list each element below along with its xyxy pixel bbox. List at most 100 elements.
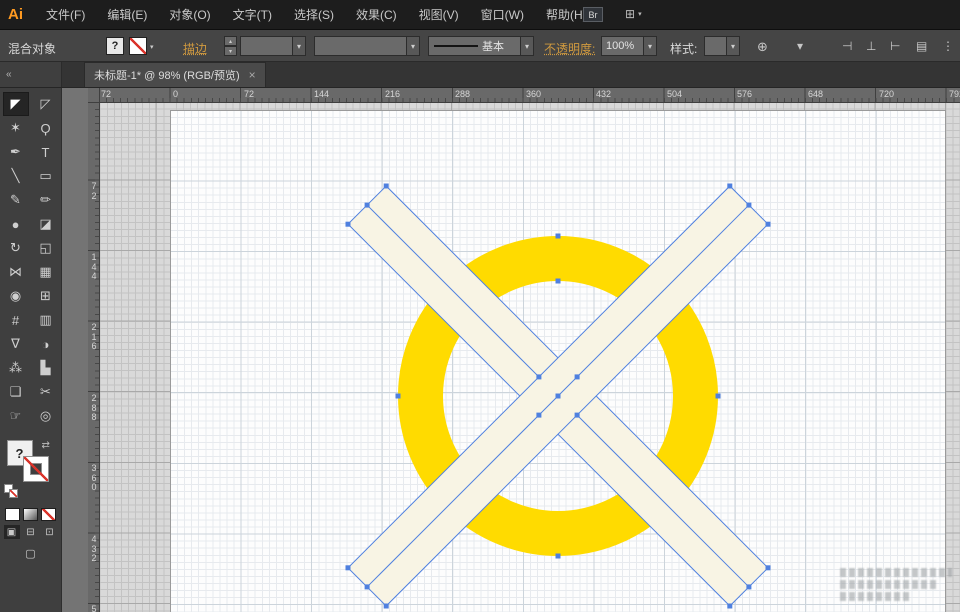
stepper-down-icon[interactable]: ▾ [224,46,237,56]
ruler-number: 216 [90,323,98,352]
color-mode-row [5,508,56,521]
menu-view[interactable]: 视图(V) [408,0,470,30]
ruler-number: 432 [90,535,98,564]
screen-mode-icon[interactable]: ▢ [16,545,46,561]
menu-bar: Ai 文件(F) 编辑(E) 对象(O) 文字(T) 选择(S) 效果(C) 视… [0,0,960,30]
chevron-down-icon[interactable]: ▾ [726,37,739,55]
default-stroke-icon[interactable] [9,489,18,498]
document-tab-title: 未标题-1* @ 98% (RGB/预览) [94,67,240,83]
width-tool[interactable]: ⋈ [3,260,29,284]
mesh-tool[interactable]: # [3,308,29,332]
overflow-menu-icon[interactable]: ⋮ [942,39,954,53]
zoom-tool[interactable]: ◎ [33,404,59,428]
color-button[interactable] [5,508,20,521]
watermark [840,565,960,605]
app-logo-icon: Ai [8,6,23,23]
gradient-button[interactable] [23,508,38,521]
menu-edit[interactable]: 编辑(E) [96,0,158,30]
tools-grid: ◤ ◸ ✶ Ϙ ✒ T ╲ ▭ ✎ ✏ ● ◪ ↻ ◱ ⋈ ▦ ◉ ⊞ # ▥ … [3,92,59,428]
slice-tool[interactable]: ✂ [33,380,59,404]
ruler-corner [88,88,100,103]
vertical-ruler[interactable]: 72 144 216 288 360 432 504 [88,103,100,612]
selection-tool[interactable]: ◤ [3,92,29,116]
canvas[interactable] [100,103,960,612]
panel-menu-icon[interactable]: ▤ [916,39,927,53]
workspace-switcher-icon[interactable]: ⊞ ▾ [625,7,642,21]
magic-wand-tool[interactable]: ✶ [3,116,29,140]
chevron-down-icon[interactable]: ▾ [520,37,533,55]
stroke-color-swatch[interactable] [129,37,147,55]
ruler-number: 792 [949,89,960,99]
eraser-tool[interactable]: ◪ [33,212,59,236]
column-graph-tool[interactable]: ▙ [33,356,59,380]
scale-tool[interactable]: ◱ [33,236,59,260]
rectangle-tool[interactable]: ▭ [33,164,59,188]
stepper-up-icon[interactable]: ▴ [224,36,237,46]
graphic-style-dropdown[interactable]: ▾ [704,36,740,56]
workspace-grid-icon: ⊞ [625,7,635,21]
fill-color-swatch[interactable]: ? [106,37,124,55]
blob-brush-tool[interactable]: ● [3,212,29,236]
swap-fill-stroke-icon[interactable]: ⇄ [42,440,50,451]
perspective-grid-tool[interactable]: ⊞ [33,284,59,308]
rotate-tool[interactable]: ↻ [3,236,29,260]
opacity-panel-link[interactable]: 不透明度: [544,40,595,57]
menu-type[interactable]: 文字(T) [222,0,283,30]
type-tool[interactable]: T [33,140,59,164]
stroke-swatch-none[interactable] [23,456,49,482]
artwork-layer [100,103,960,612]
lasso-tool[interactable]: Ϙ [33,116,59,140]
draw-inside-icon[interactable]: ⊡ [42,525,58,539]
stroke-weight-dropdown[interactable]: ▾ [240,36,306,56]
chevron-down-icon[interactable]: ▾ [406,37,419,55]
select-similar-icon[interactable]: ▾ [797,39,803,53]
style-label: 样式: [670,40,697,57]
none-button[interactable] [41,508,56,521]
direct-selection-tool[interactable]: ◸ [33,92,59,116]
pen-tool[interactable]: ✒ [3,140,29,164]
tools-panel-header[interactable]: « [0,62,62,87]
chevron-down-icon[interactable]: ▾ [643,37,656,55]
ruler-number: 72 [90,182,98,201]
document-tab[interactable]: 未标题-1* @ 98% (RGB/预览) × [84,62,266,87]
artboard-tool[interactable]: ❏ [3,380,29,404]
bridge-icon[interactable]: Br [583,7,603,22]
collapse-panel-icon[interactable]: « [6,69,12,80]
tools-panel: ◤ ◸ ✶ Ϙ ✒ T ╲ ▭ ✎ ✏ ● ◪ ↻ ◱ ⋈ ▦ ◉ ⊞ # ▥ … [0,88,62,612]
stroke-panel-link[interactable]: 描边 [183,40,207,57]
chevron-down-icon[interactable]: ▾ [292,37,305,55]
line-segment-tool[interactable]: ╲ [3,164,29,188]
recolor-artwork-icon[interactable]: ⊕ [757,39,768,55]
variable-width-dropdown[interactable]: ▾ [314,36,420,56]
ruler-number: 504 [90,605,98,612]
horizontal-ruler[interactable]: 72 0 72 144 216 288 360 432 504 576 648 … [100,88,960,103]
opacity-value: 100% [602,40,643,52]
menu-select[interactable]: 选择(S) [283,0,345,30]
ruler-number: 720 [879,89,894,99]
align-right-icon[interactable]: ⊢ [890,39,900,53]
menu-effect[interactable]: 效果(C) [345,0,408,30]
eyedropper-tool[interactable]: ∇ [3,332,29,356]
brush-definition-dropdown[interactable]: 基本 ▾ [428,36,534,56]
paintbrush-tool[interactable]: ✎ [3,188,29,212]
ruler-number: 144 [314,89,329,99]
menu-object[interactable]: 对象(O) [158,0,221,30]
align-center-icon[interactable]: ⊥ [866,39,876,53]
free-transform-tool[interactable]: ▦ [33,260,59,284]
stroke-weight-stepper[interactable]: ▴ ▾ [224,36,237,56]
gradient-tool[interactable]: ▥ [33,308,59,332]
blend-tool[interactable]: ◑ [33,332,59,356]
pencil-tool[interactable]: ✏ [33,188,59,212]
symbol-sprayer-tool[interactable]: ⁂ [3,356,29,380]
menu-file[interactable]: 文件(F) [35,0,96,30]
shape-builder-tool[interactable]: ◉ [3,284,29,308]
context-label: 混合对象 [8,40,56,57]
draw-behind-icon[interactable]: ⊟ [23,525,39,539]
hand-tool[interactable]: ☞ [3,404,29,428]
opacity-dropdown[interactable]: 100% ▾ [601,36,657,56]
ruler-number: 216 [385,89,400,99]
align-left-icon[interactable]: ⊣ [842,39,852,53]
draw-normal-icon[interactable]: ▣ [4,525,20,539]
close-icon[interactable]: × [249,68,256,82]
menu-window[interactable]: 窗口(W) [470,0,535,30]
